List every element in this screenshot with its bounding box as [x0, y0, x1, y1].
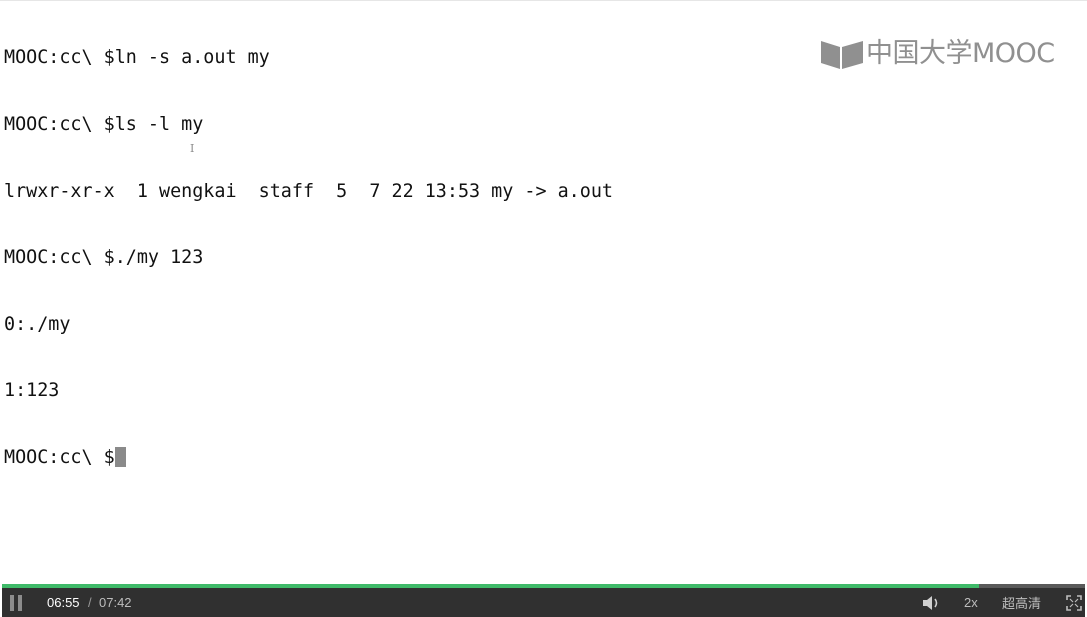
text-cursor-icon: I: [190, 142, 195, 155]
terminal-line: MOOC:cc\ $./my 123: [4, 247, 204, 269]
pause-icon: [18, 594, 22, 611]
terminal-cursor: [114, 446, 126, 467]
terminal-line: lrwxr-xr-x 1 wengkai staff 5 7 22 13:53 …: [4, 180, 613, 202]
volume-button[interactable]: [922, 588, 944, 617]
pause-button[interactable]: [10, 588, 30, 617]
terminal-line: MOOC:cc\ $ln -s a.out my: [4, 47, 270, 69]
video-player[interactable]: MOOC:cc\ $ln -s a.out my MOOC:cc\ $ls -l…: [0, 0, 1087, 617]
watermark-text: 中国大学MOOC: [866, 38, 1055, 69]
fullscreen-button[interactable]: [1066, 588, 1084, 617]
quality-button[interactable]: 超高清: [1002, 588, 1041, 617]
terminal-prompt-line: MOOC:cc\ $: [4, 446, 613, 469]
pause-icon: [10, 594, 14, 611]
video-frame[interactable]: MOOC:cc\ $ln -s a.out my MOOC:cc\ $ls -l…: [0, 0, 1087, 584]
mooc-watermark: 中国大学MOOC: [820, 37, 1055, 71]
terminal-output: MOOC:cc\ $ln -s a.out my MOOC:cc\ $ls -l…: [4, 3, 613, 514]
terminal-line: 1:123: [4, 380, 60, 402]
mooc-logo-icon: [821, 41, 863, 69]
speed-button[interactable]: 2x: [964, 588, 978, 617]
current-time: 06:55: [47, 595, 80, 610]
control-bar: 06:55 / 07:42 2x 超高清: [2, 588, 1085, 617]
fullscreen-icon: [1066, 594, 1082, 611]
terminal-line: 0:./my: [4, 313, 71, 335]
volume-icon: [923, 595, 938, 610]
terminal-prompt: MOOC:cc\ $: [4, 446, 115, 468]
time-separator: /: [88, 595, 92, 610]
terminal-line: MOOC:cc\ $ls -l my: [4, 114, 204, 135]
total-time: 07:42: [99, 595, 132, 610]
